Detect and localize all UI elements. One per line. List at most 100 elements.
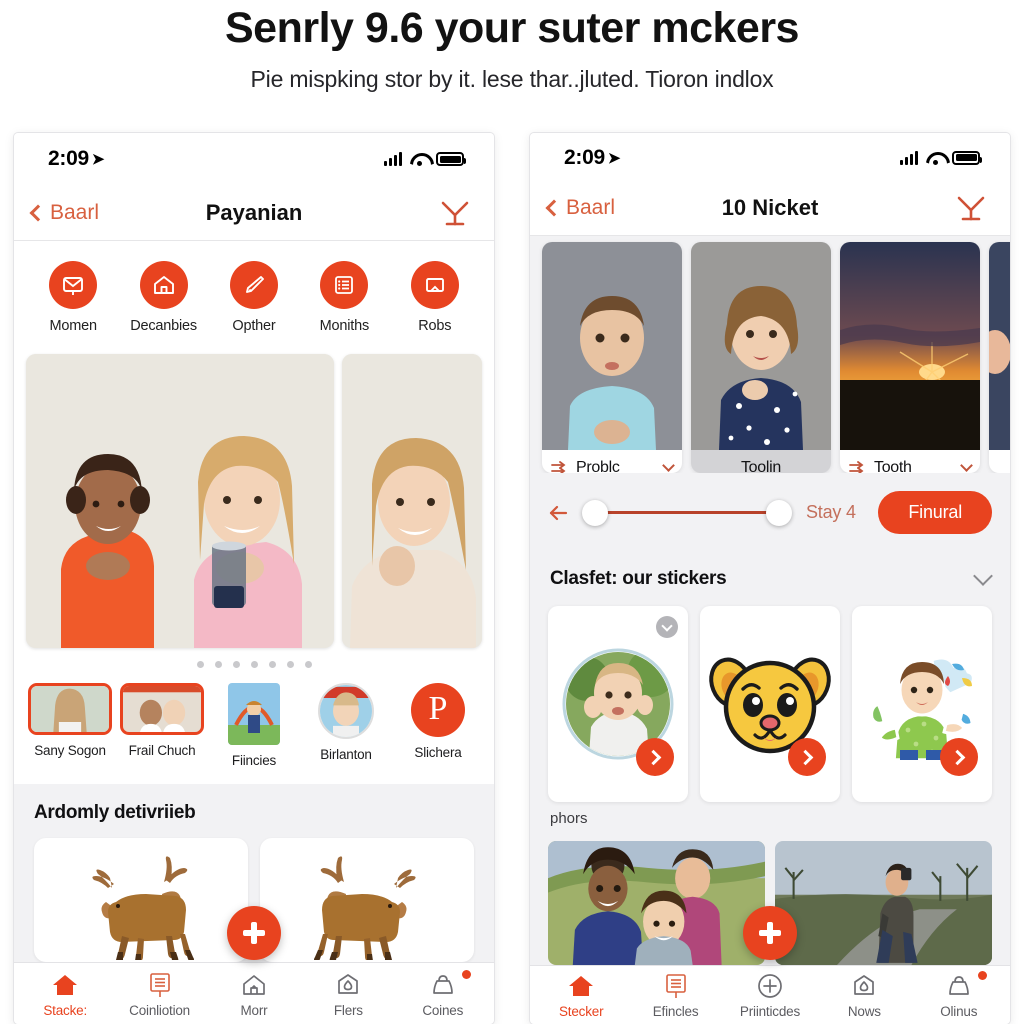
photo-card-label: Toolin xyxy=(740,458,781,474)
battery-icon xyxy=(952,150,982,165)
back-button[interactable]: Baarl xyxy=(29,200,100,225)
photo-card-partial[interactable] xyxy=(989,241,1010,474)
notification-badge xyxy=(977,971,987,981)
story-item[interactable]: Frail Chuch xyxy=(117,683,207,768)
story-item[interactable]: Sany Sogon xyxy=(25,683,115,768)
stickers-section-title: Clasfet: our stickers xyxy=(550,568,727,590)
tab-morr[interactable]: Morr xyxy=(210,972,298,1018)
story-label: Fiincies xyxy=(231,753,277,768)
category-item-decanbies[interactable]: Decanbies xyxy=(125,261,203,334)
pagination-dot[interactable] xyxy=(232,661,240,668)
category-item-opther[interactable]: Opther xyxy=(215,261,293,334)
page-subtitle: Pie mispking stor by it. lese thar..jlut… xyxy=(250,66,774,93)
slider-knob-min[interactable] xyxy=(582,499,608,526)
phone-mockups: 2:09 ➤ Baarl Payanian Momen Decanbies Op… xyxy=(0,133,1024,1024)
chevron-right-icon xyxy=(645,749,662,765)
sticker-go-button[interactable] xyxy=(788,738,826,777)
left-section-title: Ardomly detivriieb xyxy=(14,784,494,834)
pagination-dot[interactable] xyxy=(286,661,294,668)
photo-card[interactable]: Problc xyxy=(542,241,682,474)
photo-card-bar[interactable]: Tooth xyxy=(840,450,980,474)
back-label: Baarl xyxy=(50,200,100,224)
chevron-down-icon[interactable] xyxy=(973,566,993,586)
category-label: Decanbies xyxy=(130,318,197,334)
back-button[interactable]: Baarl xyxy=(545,196,615,220)
left-phone-mockup: 2:09 ➤ Baarl Payanian Momen Decanbies Op… xyxy=(14,133,494,1024)
tab-nows[interactable]: Nows xyxy=(820,973,908,1019)
slider-knob-max[interactable] xyxy=(766,499,792,526)
arrow-left-icon[interactable] xyxy=(548,504,568,522)
pagination-dot[interactable] xyxy=(196,661,204,668)
selected-check-icon xyxy=(656,616,678,639)
chevron-down-icon[interactable] xyxy=(960,459,973,472)
story-item[interactable]: Birlanton xyxy=(301,683,391,768)
photo-card-bar[interactable]: Problc xyxy=(542,450,682,474)
story-item-brand[interactable]: P Slichera xyxy=(393,683,483,768)
right-status-clock-group: 2:09 ➤ xyxy=(564,146,620,170)
carousel-pagination[interactable] xyxy=(14,648,494,679)
filter-funnel-icon[interactable] xyxy=(438,198,472,228)
add-button[interactable] xyxy=(227,906,281,960)
brand-glyph: P xyxy=(428,690,448,727)
category-item-robs[interactable]: Robs xyxy=(396,261,474,334)
sticker-card-row xyxy=(530,600,1010,803)
stickers-section-header[interactable]: Clasfet: our stickers xyxy=(530,550,1010,601)
tab-priinticdes[interactable]: Priinticdes xyxy=(726,973,814,1019)
deer-card[interactable] xyxy=(34,838,248,962)
tab-label: Priinticdes xyxy=(739,1004,800,1020)
deer-card[interactable] xyxy=(260,838,474,962)
tab-olinus[interactable]: Olinus xyxy=(915,971,1003,1019)
tab-label: Stecker xyxy=(559,1004,604,1020)
tab-stacke[interactable]: Stacke: xyxy=(21,972,109,1018)
pagination-dot[interactable] xyxy=(268,661,276,668)
bottom-photo[interactable] xyxy=(775,841,992,966)
sticker-card[interactable] xyxy=(700,606,840,803)
finural-button[interactable]: Finural xyxy=(878,491,992,535)
lines-card-icon xyxy=(664,973,688,999)
lines-card-icon xyxy=(148,972,172,998)
bottom-photo[interactable] xyxy=(548,841,765,966)
left-status-indicators xyxy=(384,152,466,166)
tab-coines[interactable]: Coines xyxy=(399,969,487,1018)
plus-icon xyxy=(758,921,782,945)
category-item-moniths[interactable]: Moniths xyxy=(305,261,383,334)
sticker-card[interactable] xyxy=(548,606,688,803)
pagination-dot[interactable] xyxy=(304,661,312,668)
purse-icon xyxy=(431,972,455,998)
photo-card-image xyxy=(542,241,682,450)
category-item-momen[interactable]: Momen xyxy=(34,261,112,334)
carousel-main-photo[interactable] xyxy=(26,354,334,648)
sticker-go-button[interactable] xyxy=(940,738,978,777)
tab-efincles[interactable]: Efincles xyxy=(632,973,720,1019)
stay-label: Stay 4 xyxy=(806,502,856,523)
photo-card-bar[interactable]: Toolin xyxy=(691,450,831,474)
photo-card[interactable]: Toolin xyxy=(691,241,831,474)
story-thumbnail xyxy=(120,683,204,735)
sticker-go-button[interactable] xyxy=(636,738,674,777)
pagination-dot[interactable] xyxy=(214,661,222,668)
range-slider[interactable] xyxy=(582,499,792,526)
chevron-down-icon[interactable] xyxy=(662,459,675,472)
story-thumbnail xyxy=(228,683,280,745)
status-time: 2:09 xyxy=(48,147,89,170)
carousel-next-photo[interactable] xyxy=(342,354,482,648)
shield-drop-icon xyxy=(852,973,876,999)
tab-flers[interactable]: Flers xyxy=(304,972,392,1018)
tab-stecker[interactable]: Stecker xyxy=(537,973,625,1019)
page-title: Senrly 9.6 your suter mckers xyxy=(225,4,799,52)
photo-card[interactable]: Tooth xyxy=(840,241,980,474)
shuffle-arrows-icon xyxy=(551,460,569,474)
filter-funnel-icon[interactable] xyxy=(954,193,988,223)
add-button[interactable] xyxy=(743,906,797,960)
photo-carousel[interactable] xyxy=(14,350,494,648)
story-item[interactable]: Fiincies xyxy=(209,683,299,768)
tab-label: Morr xyxy=(240,1002,268,1018)
tab-coinliotion[interactable]: Coinliotion xyxy=(116,972,204,1018)
sticker-card[interactable] xyxy=(852,606,992,803)
photo-card-bar[interactable] xyxy=(989,450,1010,474)
photo-card-strip[interactable]: Problc Toolin Tooth xyxy=(530,235,1010,474)
chevron-left-icon xyxy=(29,204,47,221)
story-label: Frail Chuch xyxy=(128,743,196,758)
story-label: Birlanton xyxy=(320,747,372,762)
pagination-dot[interactable] xyxy=(250,661,258,668)
